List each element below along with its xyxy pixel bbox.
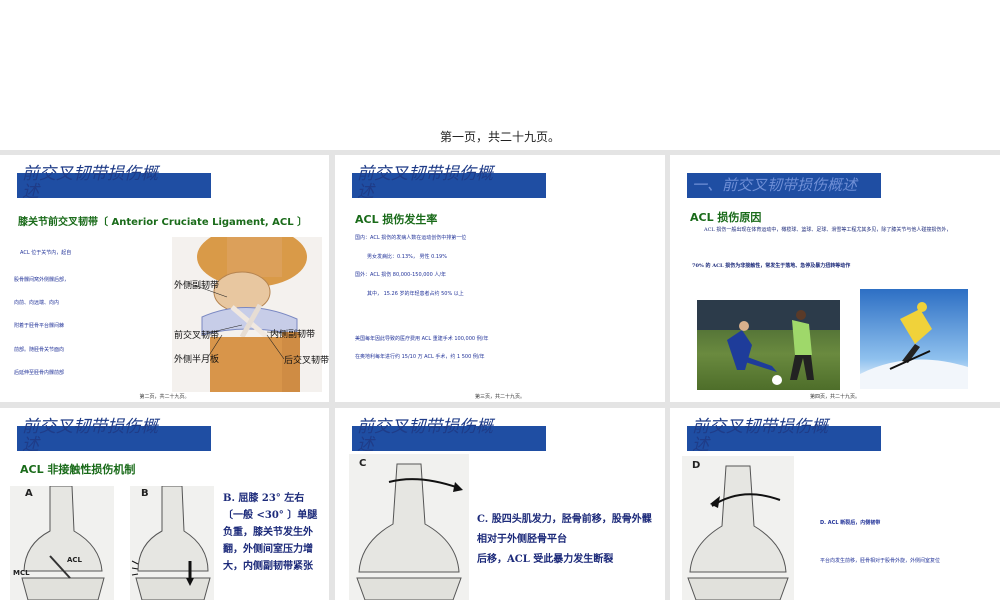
mechanism-text: D. ACL 断裂后，内侧韧带 xyxy=(820,520,881,526)
soccer-tackle-image xyxy=(697,300,840,390)
slide-title: 一、前交叉韧带损伤概述 xyxy=(692,176,858,194)
label-medial-collateral: 内侧副韧带 xyxy=(270,330,316,340)
page-caption: 第一页，共二十九页。 xyxy=(439,130,560,144)
label-lateral-meniscus: 外侧半月板 xyxy=(174,355,220,365)
diagram-letter: A xyxy=(25,488,33,499)
knee-anatomy-image xyxy=(172,227,322,392)
knee-diagram-d xyxy=(682,456,794,600)
slide-title: 前交叉韧带损伤概 述 xyxy=(357,164,493,202)
body-line: 国外：ACL 损伤 80,000-150,000 人/年 xyxy=(355,272,447,278)
body-line: 国内：ACL 损伤的发病人数在运动创伤中排第一位 xyxy=(355,235,467,241)
slide-1[interactable]: 前交叉韧带损伤概 述 膝关节前交叉韧带〔 Anterior Cruciate L… xyxy=(0,155,329,402)
slide-title: 前交叉韧带损伤概 述 xyxy=(692,417,828,455)
slide-subtitle: ACL 损伤发生率 xyxy=(355,213,438,226)
slide-4[interactable]: 前交叉韧带损伤概 述 ACL 非接触性损伤机制 A MCL ACL B B. 屈… xyxy=(0,408,329,600)
diagram-letter: C xyxy=(359,458,367,469)
slide-footer: 第三页，共二十九页。 xyxy=(474,394,525,400)
body-line: ACL 位于关节内，起自 xyxy=(20,250,72,256)
knee-diagram-c xyxy=(349,454,469,600)
knee-diagram-a xyxy=(10,485,114,600)
body-line: 前部。随胫骨关节面向 xyxy=(14,347,65,353)
knee-diagram-b xyxy=(130,485,214,600)
slide-subtitle: ACL 非接触性损伤机制 xyxy=(20,463,136,476)
body-line: 向前、向远端、向内 xyxy=(14,300,60,306)
diagram-letter: D xyxy=(692,460,701,471)
mechanism-text: B. 屈膝 23° 左右〔一般 <30° 〕单腿负重，膝关节发生外翻，外侧间室压… xyxy=(223,493,318,572)
body-line: 后延伸至胫骨内髁前部 xyxy=(14,370,65,376)
body-line: 股骨髁间窝外侧髁后部， xyxy=(14,277,70,283)
slide-6[interactable]: 前交叉韧带损伤概 述 D D. ACL 断裂后，内侧韧带 平台向发生前移，胫骨相… xyxy=(670,408,1000,600)
diagram-letter: B xyxy=(141,488,149,499)
mechanism-text: 平台向发生前移，胫骨相对于股骨外旋，外侧间室复位 xyxy=(820,558,941,564)
skier-image xyxy=(860,289,968,389)
slide-footer: 第四页，共二十九页。 xyxy=(809,394,860,400)
diagram-label: ACL xyxy=(67,556,83,564)
slide-footer: 第二页，共二十九页。 xyxy=(139,394,190,400)
slide-subtitle: ACL 损伤原因 xyxy=(690,211,762,224)
slide-title: 前交叉韧带损伤概 述 xyxy=(22,417,158,455)
slide-2[interactable]: 前交叉韧带损伤概 述 ACL 损伤发生率 国内：ACL 损伤的发病人数在运动创伤… xyxy=(335,155,665,402)
slide-5[interactable]: 前交叉韧带损伤概 述 C C. 股四头肌发力，胫骨前移，股骨外髁相对于外侧胫骨平… xyxy=(335,408,665,600)
body-paragraph: 70% 的 ACL 损伤为非接触性，常发生于落地、急停及暴力扭转等动作 xyxy=(692,263,851,269)
label-acl: 前交叉韧带 xyxy=(174,331,220,341)
slide-title: 前交叉韧带损伤概 述 xyxy=(357,417,493,455)
slide-3[interactable]: 一、前交叉韧带损伤概述 ACL 损伤原因 ACL 损伤一般出现在体育运动中，橄榄… xyxy=(670,155,1000,402)
label-pcl: 后交叉韧带 xyxy=(284,356,329,366)
slide-subtitle: 膝关节前交叉韧带〔 Anterior Cruciate Ligament, AC… xyxy=(18,217,308,228)
body-line: 其中， 15.26 岁的年轻患者占约 50% 以上 xyxy=(367,291,464,297)
slide-grid: 前交叉韧带损伤概 述 膝关节前交叉韧带〔 Anterior Cruciate L… xyxy=(0,150,1000,600)
body-paragraph: ACL 损伤一般出现在体育运动中，橄榄球、篮球、足球、滑雪等工程尤其多见，除了膝… xyxy=(704,227,952,233)
label-lateral-collateral: 外侧副韧带 xyxy=(174,281,220,291)
mechanism-text: 后移，ACL 受此暴力发生断裂 xyxy=(477,554,614,565)
diagram-label: MCL xyxy=(13,569,30,577)
body-line: 男女发病比：0.13%， 男性 0.19% xyxy=(367,254,447,260)
body-line: 附着于胫骨平台髁间棘 xyxy=(14,323,65,329)
slide-title: 前交叉韧带损伤概 述 xyxy=(22,164,158,202)
mechanism-text: C. 股四头肌发力，胫骨前移，股骨外髁相对于外侧胫骨平台 xyxy=(477,514,652,545)
body-line: 在奥地利每年进行约 15/10 万 ACL 手术，约 1 500 例/年 xyxy=(355,354,485,360)
body-line: 美国每年因此导致的医疗费用 ACL 重建手术 100,000 例/年 xyxy=(355,336,489,342)
